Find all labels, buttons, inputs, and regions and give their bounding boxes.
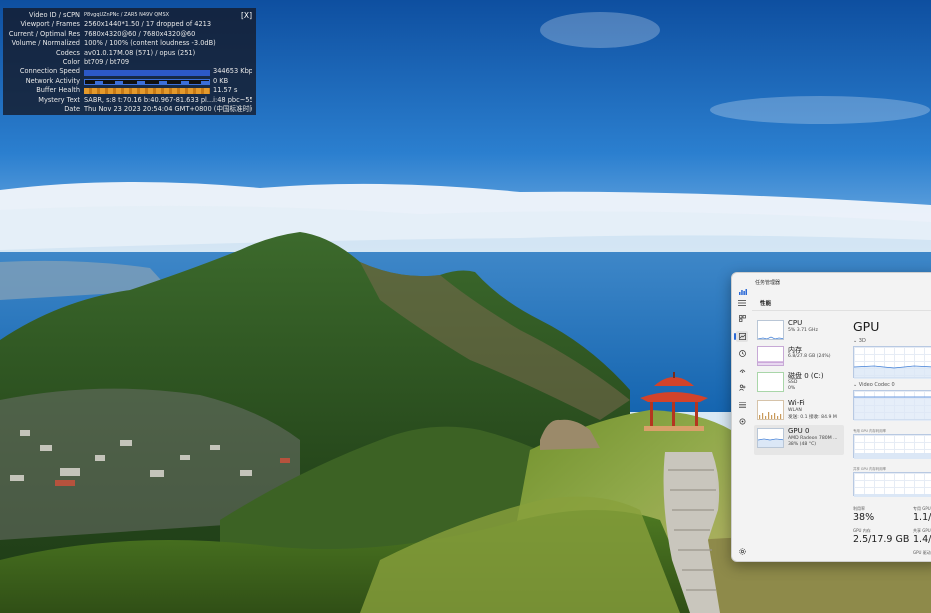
dedicated-memory-graph [853, 434, 931, 459]
stats-label: Current / Optimal Res [8, 29, 80, 38]
stats-value: 2560x1440*1.50 / 17 dropped of 4213 [84, 20, 212, 29]
gpu-driver-label: GPU 驱动 [913, 550, 931, 555]
hamburger-icon[interactable] [736, 297, 748, 308]
users-icon[interactable] [736, 382, 748, 393]
stats-row-date: Date Thu Nov 23 2023 20:54:04 GMT+0800 (… [7, 105, 252, 114]
stats-label: Codecs [56, 48, 80, 57]
engine-video-codec-graph [853, 390, 931, 421]
stats-row-resolution: Current / Optimal Res 7680x4320@60 / 768… [7, 30, 252, 39]
stats-row-video-id: Video ID / sCPN P8vgqUZnPNc / ZAR5 N49V … [7, 11, 252, 20]
stats-close-button[interactable]: [X] [241, 11, 252, 20]
title-bar[interactable]: 任务管理器 [732, 273, 931, 295]
stats-row-volume: Volume / Normalized 100% / 100% (content… [7, 39, 252, 48]
resource-detail: SSD [788, 380, 798, 385]
resource-name: Wi-Fi [788, 399, 805, 407]
connection-speed-value: 344653 Kbps [213, 67, 252, 76]
stats-value: 100% / 100% (content loudness -3.0dB) [84, 39, 216, 48]
task-manager-window: 任务管理器 性能 CPU 5% 3.71 GHz 内存 6.8/27.8 GB … [731, 272, 931, 562]
stats-row-network-activity: Network Activity 0 KB [7, 77, 252, 86]
resource-detail: 6.8/27.8 GB (24%) [788, 354, 831, 359]
engine-name: 3D [858, 338, 866, 344]
nav-rail [732, 292, 752, 561]
stats-value: bt709 / bt709 [84, 57, 130, 66]
resource-detail: AMD Radeon 780M ... [788, 436, 838, 441]
resource-detail: 38% (48 °C) [788, 442, 817, 447]
page-title: 性能 [760, 301, 772, 307]
stats-label: Buffer Health [36, 86, 80, 95]
dedicated-memory-label: 专用 GPU 内存利用率 [853, 429, 887, 433]
resource-item-gpu[interactable]: GPU 0 AMD Radeon 780M ... 38% (48 °C) [754, 425, 844, 455]
engine-name: Video Codec 0 [858, 382, 895, 388]
resource-detail: 5% 3.71 GHz [788, 328, 818, 333]
resource-detail: 发送: 0.1 接收: 84.9 M [788, 415, 837, 420]
performance-icon[interactable] [734, 331, 748, 342]
stats-label: Video ID / sCPN [29, 11, 80, 19]
stats-label: Mystery Text [38, 95, 80, 104]
gpu-heading: GPU [853, 319, 880, 334]
stats-value: 7680x4320@60 / 7680x4320@60 [84, 29, 196, 38]
page-header: 性能 [752, 293, 931, 311]
wifi-thumbnail-graph [757, 400, 784, 420]
task-manager-icon [739, 280, 747, 295]
stats-label: Volume / Normalized [11, 39, 80, 48]
shared-gpu-value: 1.4/1 [913, 534, 931, 545]
dedicated-gpu-value: 1.1/4 [913, 512, 931, 523]
shared-memory-label: 共享 GPU 内存利用率 [853, 467, 887, 471]
network-activity-value: 0 KB [213, 76, 229, 85]
stats-value: SABR, s:8 t:70.16 b:40.967-81.633 pl...i… [84, 95, 252, 104]
details-icon[interactable] [736, 399, 748, 410]
stats-label: Connection Speed [19, 67, 80, 76]
resource-item-disk[interactable]: 磁盘 0 (C:) SSD 0% [754, 369, 844, 399]
services-icon[interactable] [736, 416, 748, 427]
stats-value: av01.0.17M.08 (571) / opus (251) [84, 48, 196, 57]
stats-label: Color [62, 57, 80, 66]
engine-3d-label[interactable]: ⌄ 3D [853, 338, 866, 344]
resource-detail: WLAN [788, 408, 802, 413]
memory-thumbnail-graph [757, 346, 784, 366]
gpu-thumbnail-graph [757, 428, 784, 448]
stats-value: P8vgqUZnPNc / ZAR5 N49V QMSX [84, 12, 170, 18]
disk-thumbnail-graph [757, 372, 784, 392]
stats-row-viewport: Viewport / Frames 2560x1440*1.50 / 17 dr… [7, 20, 252, 29]
shared-memory-graph [853, 472, 931, 497]
resource-detail: 0% [788, 386, 796, 391]
resource-name: GPU 0 [788, 427, 810, 435]
gpu-memory-value: 2.5/17.9 GB [853, 534, 910, 545]
stats-label: Date [64, 104, 80, 113]
resource-name: CPU [788, 319, 803, 327]
stats-row-color: Color bt709 / bt709 [7, 58, 252, 67]
window-title: 任务管理器 [755, 280, 781, 286]
resource-item-wifi[interactable]: Wi-Fi WLAN 发送: 0.1 接收: 84.9 M [754, 397, 844, 427]
cpu-thumbnail-graph [757, 320, 784, 340]
gpu-detail-pane: GPU ⌄ 3D ⌄ Video Codec 0 专用 GPU 内存利用率 共享… [847, 313, 931, 561]
buffer-health-bar [84, 88, 210, 95]
network-activity-bar [84, 78, 210, 85]
connection-speed-bar [84, 69, 210, 76]
stats-row-codecs: Codecs av01.0.17M.08 (571) / opus (251) [7, 49, 252, 58]
app-history-icon[interactable] [736, 348, 748, 359]
stats-row-connection-speed: Connection Speed 344653 Kbps [7, 67, 252, 76]
utilization-value: 38% [853, 512, 875, 523]
engine-video-codec-label[interactable]: ⌄ Video Codec 0 [853, 382, 895, 388]
engine-3d-graph [853, 346, 931, 379]
stats-row-mystery-text: Mystery Text SABR, s:8 t:70.16 b:40.967-… [7, 96, 252, 105]
stats-value: Thu Nov 23 2023 20:54:04 GMT+0800 (中国标准时… [84, 104, 252, 113]
stats-row-buffer-health: Buffer Health 11.57 s [7, 86, 252, 95]
buffer-health-value: 11.57 s [213, 86, 238, 95]
stats-label: Viewport / Frames [20, 20, 80, 29]
stats-for-nerds-panel: [X] Video ID / sCPN P8vgqUZnPNc / ZAR5 N… [3, 8, 256, 115]
processes-icon[interactable] [736, 313, 748, 324]
settings-icon[interactable] [736, 546, 748, 557]
startup-icon[interactable] [736, 365, 748, 376]
stats-label: Network Activity [25, 76, 80, 85]
